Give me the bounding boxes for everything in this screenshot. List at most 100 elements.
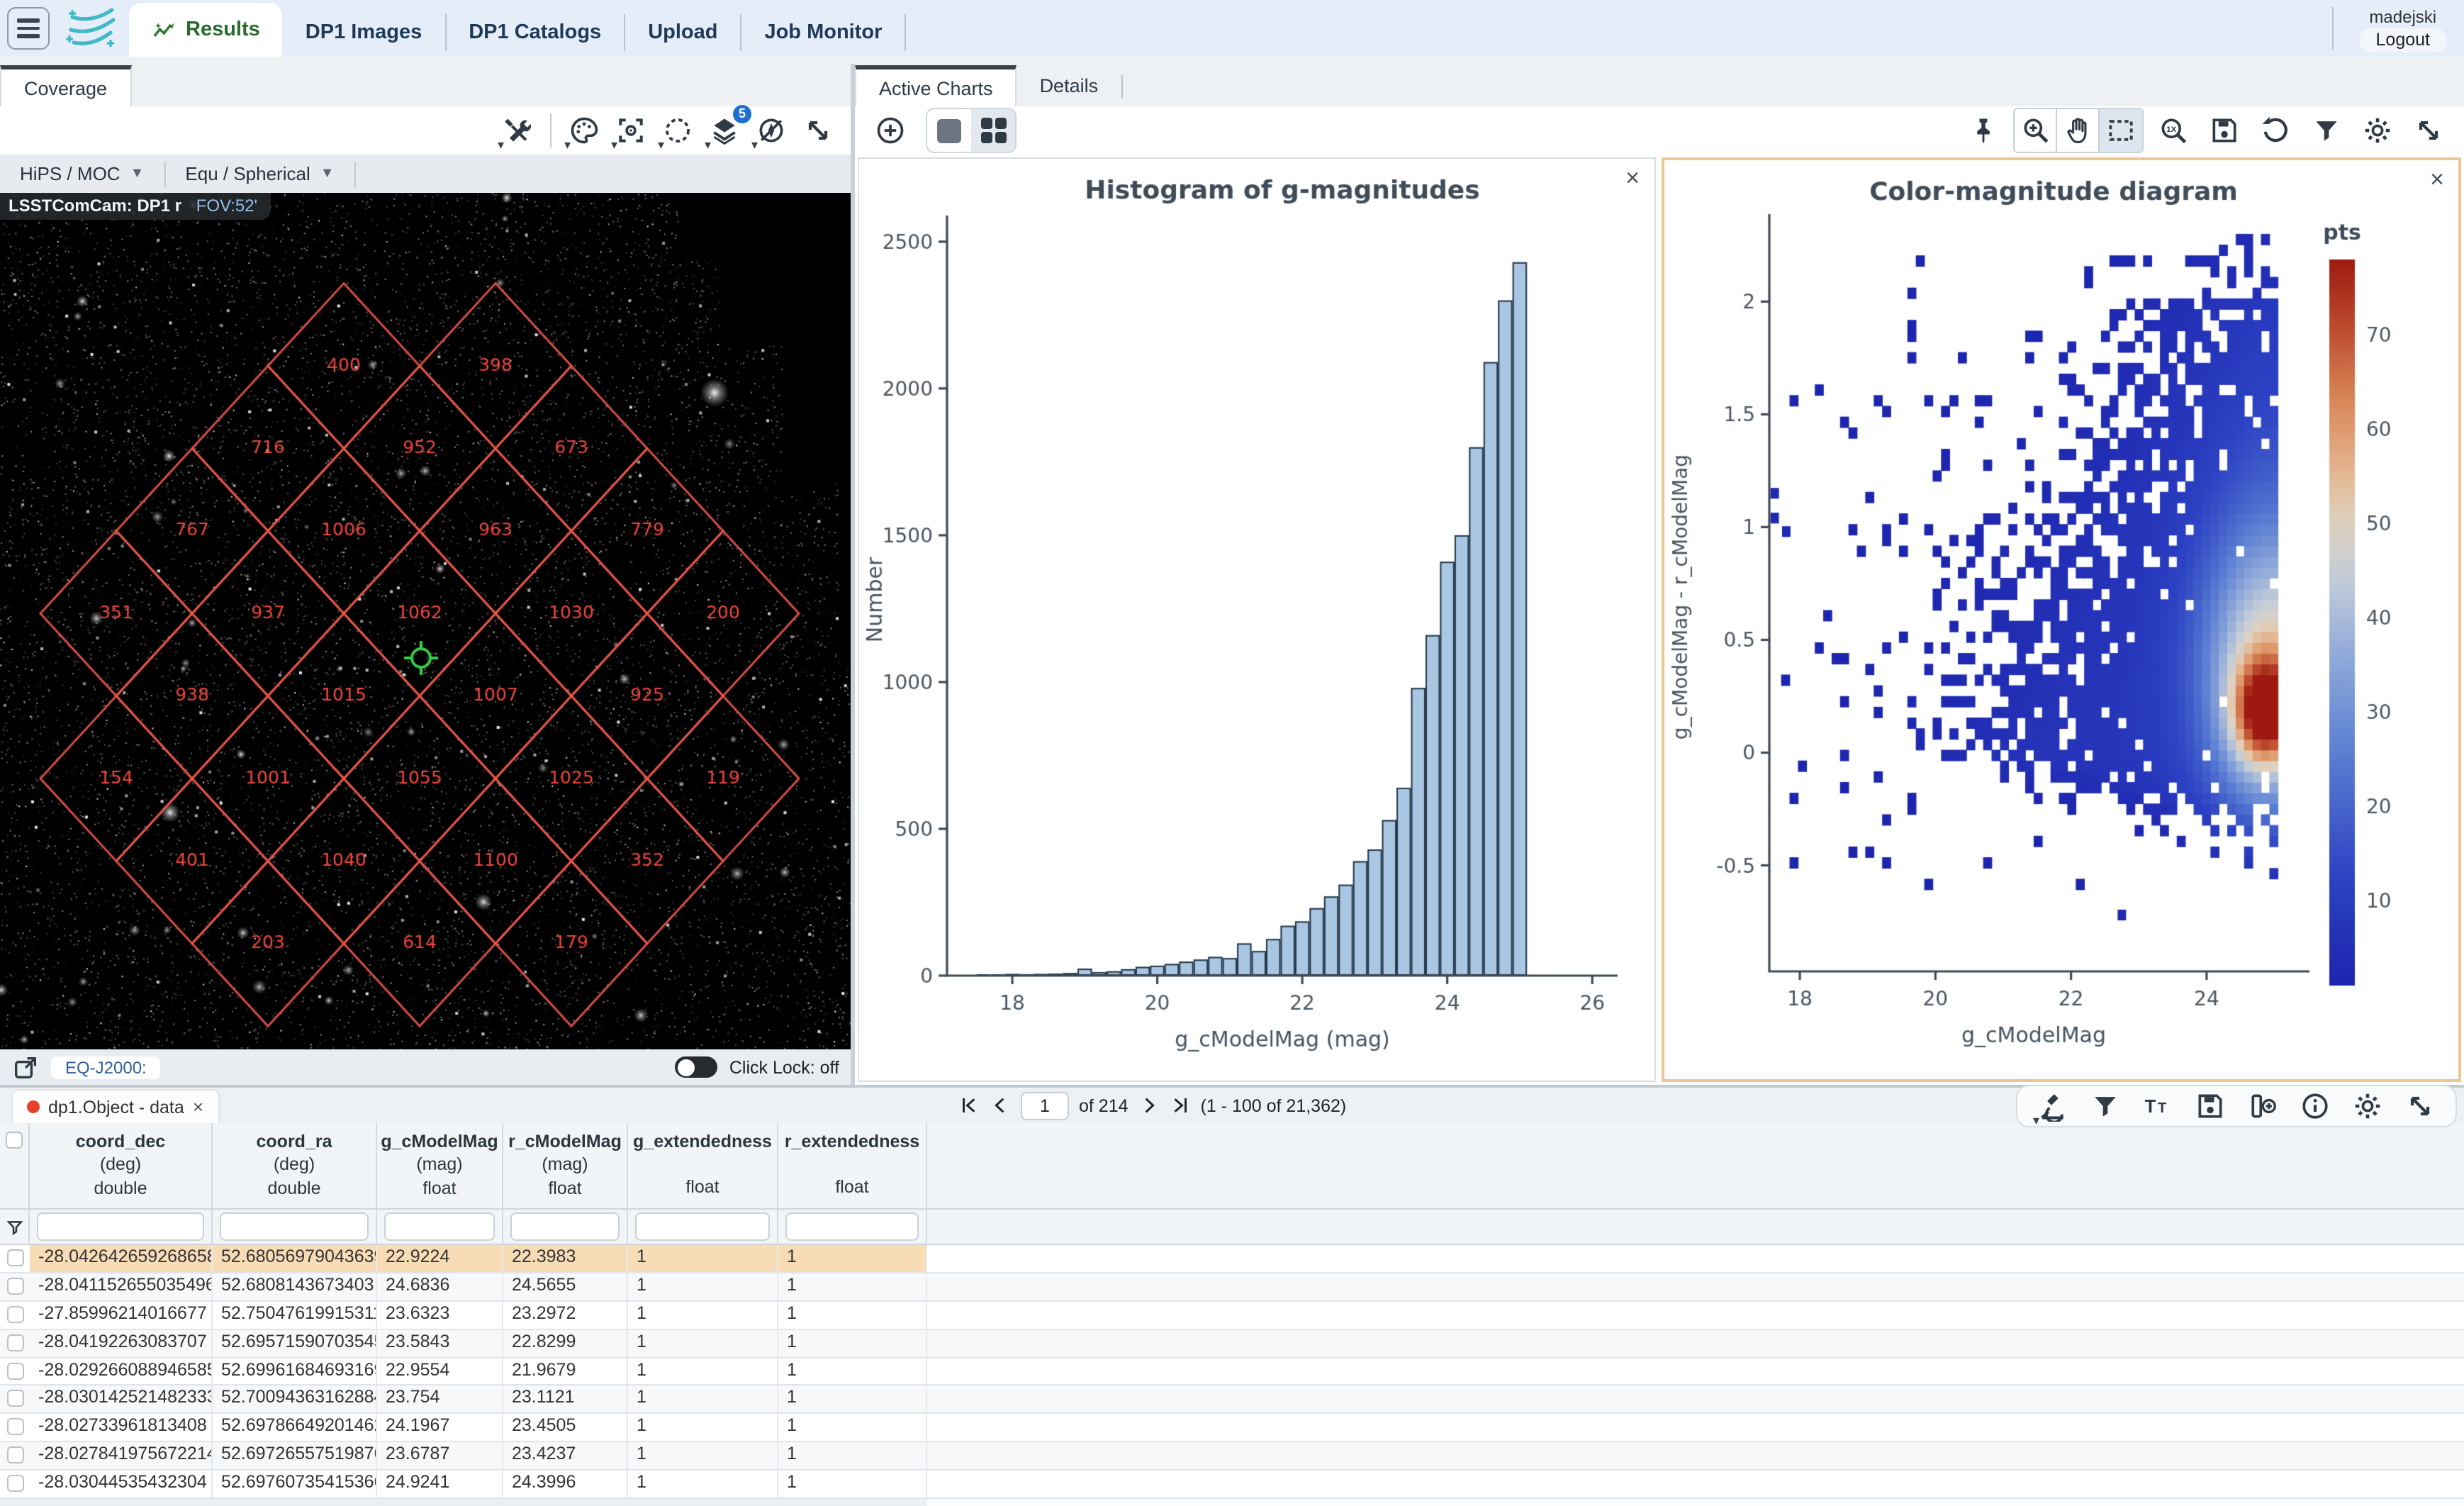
- sky-coverage-image[interactable]: LSSTComCam: DP1 r FOV:52': [0, 193, 851, 1049]
- tools-icon[interactable]: ▾: [496, 109, 539, 152]
- filter-input-r_extendedness[interactable]: [785, 1212, 919, 1241]
- page-number-input[interactable]: [1021, 1091, 1069, 1120]
- application-window: ResultsDP1 ImagesDP1 CatalogsUploadJob M…: [0, 0, 2464, 1506]
- cell-g_extendedness: 1: [628, 1442, 778, 1469]
- center-target-icon[interactable]: ▾: [610, 109, 652, 152]
- pan-hand-icon[interactable]: [2057, 109, 2100, 152]
- rotate-compass-icon[interactable]: ▾: [750, 109, 793, 152]
- filter-input-coord_dec[interactable]: [37, 1212, 204, 1241]
- grid-charts-icon[interactable]: [971, 109, 1015, 152]
- prev-page-icon[interactable]: [990, 1095, 1011, 1116]
- expand-icon[interactable]: [2399, 1085, 2441, 1127]
- close-icon[interactable]: ×: [193, 1096, 203, 1117]
- filter-input-g_extendedness[interactable]: [635, 1212, 770, 1241]
- cell-coord_dec: -28.029266088946585: [30, 1358, 213, 1385]
- first-page-icon[interactable]: [958, 1095, 980, 1116]
- row-checkbox[interactable]: [6, 1446, 23, 1463]
- box-select-icon[interactable]: [2100, 109, 2142, 152]
- row-checkbox[interactable]: [6, 1419, 23, 1436]
- column-header-coord_dec[interactable]: coord_dec(deg)double: [30, 1123, 213, 1208]
- cell-r_cModelMag: 21.9679: [503, 1358, 628, 1385]
- column-header-g_extendedness[interactable]: g_extendednessfloat: [628, 1123, 778, 1208]
- save-icon[interactable]: [2189, 1085, 2231, 1127]
- cell-g_extendedness: 1: [628, 1329, 778, 1356]
- charts-tabbar: Active ChartsDetails: [855, 64, 2464, 106]
- cmd-canvas[interactable]: [1664, 160, 2453, 1073]
- expand-icon[interactable]: [797, 109, 839, 152]
- close-icon[interactable]: ×: [2430, 167, 2444, 191]
- microscope-icon[interactable]: ▾: [2032, 1085, 2074, 1127]
- row-checkbox[interactable]: [6, 1249, 23, 1266]
- dropdown-caret-icon: ▾: [498, 138, 504, 153]
- filter-icon[interactable]: [2305, 109, 2348, 152]
- cmd-chart-card[interactable]: ×: [1661, 157, 2461, 1082]
- histogram-canvas[interactable]: [859, 159, 1652, 1078]
- table-row[interactable]: -28.0273396181340852.6978664920146224.19…: [0, 1415, 2464, 1443]
- tab-coverage[interactable]: Coverage: [0, 65, 131, 106]
- table-row[interactable]: -28.03014252148233352.70094363162884623.…: [0, 1386, 2464, 1415]
- popout-icon[interactable]: [11, 1053, 40, 1081]
- close-icon[interactable]: ×: [1625, 166, 1640, 190]
- single-chart-icon[interactable]: [927, 109, 971, 152]
- table-row[interactable]: -28.04115265503549652.680814367340324.68…: [0, 1273, 2464, 1302]
- lasso-select-icon[interactable]: ▾: [656, 109, 699, 152]
- sky-canvas[interactable]: [0, 193, 851, 1049]
- filter-input-g_cModelMag[interactable]: [384, 1212, 495, 1241]
- table-row[interactable]: -28.02784197567221452.6972655751987623.6…: [0, 1442, 2464, 1471]
- row-checkbox[interactable]: [6, 1278, 23, 1295]
- chevron-down-icon: ▼: [130, 166, 145, 182]
- projection-dropdown[interactable]: Equ / Spherical ▼: [165, 163, 354, 184]
- tab-details[interactable]: Details: [1017, 65, 1121, 106]
- row-checkbox[interactable]: [6, 1390, 23, 1407]
- save-icon[interactable]: [2203, 109, 2246, 152]
- table-row[interactable]: -28.0419226308370752.6957159070354523.58…: [0, 1329, 2464, 1358]
- row-checkbox[interactable]: [6, 1334, 23, 1351]
- table-row[interactable]: -27.8599621401667752.7504761991531123.63…: [0, 1302, 2464, 1330]
- nav-tab-dp1-images[interactable]: DP1 Images: [283, 14, 446, 51]
- hamburger-menu-icon[interactable]: [7, 7, 50, 50]
- hips-moc-dropdown[interactable]: HiPS / MOC ▼: [0, 163, 164, 184]
- last-page-icon[interactable]: [1170, 1095, 1191, 1116]
- cell-r_extendedness: 1: [778, 1471, 927, 1497]
- row-checkbox[interactable]: [6, 1362, 23, 1379]
- add-chart-icon[interactable]: [869, 109, 912, 152]
- filter-icon[interactable]: [5, 1217, 23, 1236]
- column-header-g_cModelMag[interactable]: g_cModelMag(mag)float: [377, 1123, 503, 1208]
- logout-button[interactable]: Logout: [2359, 28, 2447, 52]
- pin-icon[interactable]: [1962, 109, 2005, 152]
- zoom-in-icon[interactable]: [2015, 109, 2057, 152]
- table-tab[interactable]: dp1.Object - data ×: [11, 1089, 219, 1123]
- text-columns-icon[interactable]: TT: [2137, 1085, 2179, 1127]
- click-lock-toggle[interactable]: [676, 1056, 718, 1078]
- palette-icon[interactable]: ▾: [563, 109, 605, 152]
- column-header-r_cModelMag[interactable]: r_cModelMag(mag)float: [503, 1123, 628, 1208]
- expand-icon[interactable]: [2407, 109, 2450, 152]
- add-column-icon[interactable]: [2241, 1085, 2284, 1127]
- table-row[interactable]: -28.0304453543230452.6976073541536624.92…: [0, 1471, 2464, 1499]
- nav-tab-job-monitor[interactable]: Job Monitor: [741, 14, 906, 51]
- column-header-r_extendedness[interactable]: r_extendednessfloat: [778, 1123, 927, 1208]
- svg-text:T: T: [2145, 1097, 2156, 1117]
- cell-coord_ra: 52.69571590703545: [213, 1329, 377, 1356]
- nav-tab-upload[interactable]: Upload: [625, 14, 741, 51]
- nav-tab-dp1-catalogs[interactable]: DP1 Catalogs: [446, 14, 625, 51]
- nav-tab-results[interactable]: Results: [129, 3, 283, 57]
- layers-icon[interactable]: ▾5: [703, 109, 746, 152]
- histogram-chart-card[interactable]: ×: [858, 157, 1655, 1082]
- zoom-original-icon[interactable]: 1X: [2152, 109, 2195, 152]
- settings-icon[interactable]: [2346, 1085, 2389, 1127]
- row-checkbox[interactable]: [6, 1306, 23, 1323]
- filter-input-r_cModelMag[interactable]: [510, 1212, 620, 1241]
- restore-icon[interactable]: [2254, 109, 2297, 152]
- table-row[interactable]: -28.02926608894658552.6996168469316922.9…: [0, 1358, 2464, 1386]
- filter-icon[interactable]: [2084, 1085, 2127, 1127]
- tab-active-charts[interactable]: Active Charts: [855, 65, 1017, 106]
- settings-icon[interactable]: [2356, 109, 2399, 152]
- column-header-coord_ra[interactable]: coord_ra(deg)double: [213, 1123, 377, 1208]
- row-checkbox[interactable]: [6, 1475, 23, 1492]
- select-all-checkbox[interactable]: [6, 1132, 23, 1149]
- next-page-icon[interactable]: [1138, 1095, 1160, 1116]
- table-row[interactable]: -28.04264265926865852.68056979043639422.…: [0, 1245, 2464, 1273]
- filter-input-coord_ra[interactable]: [220, 1212, 369, 1241]
- info-icon[interactable]: [2294, 1085, 2336, 1127]
